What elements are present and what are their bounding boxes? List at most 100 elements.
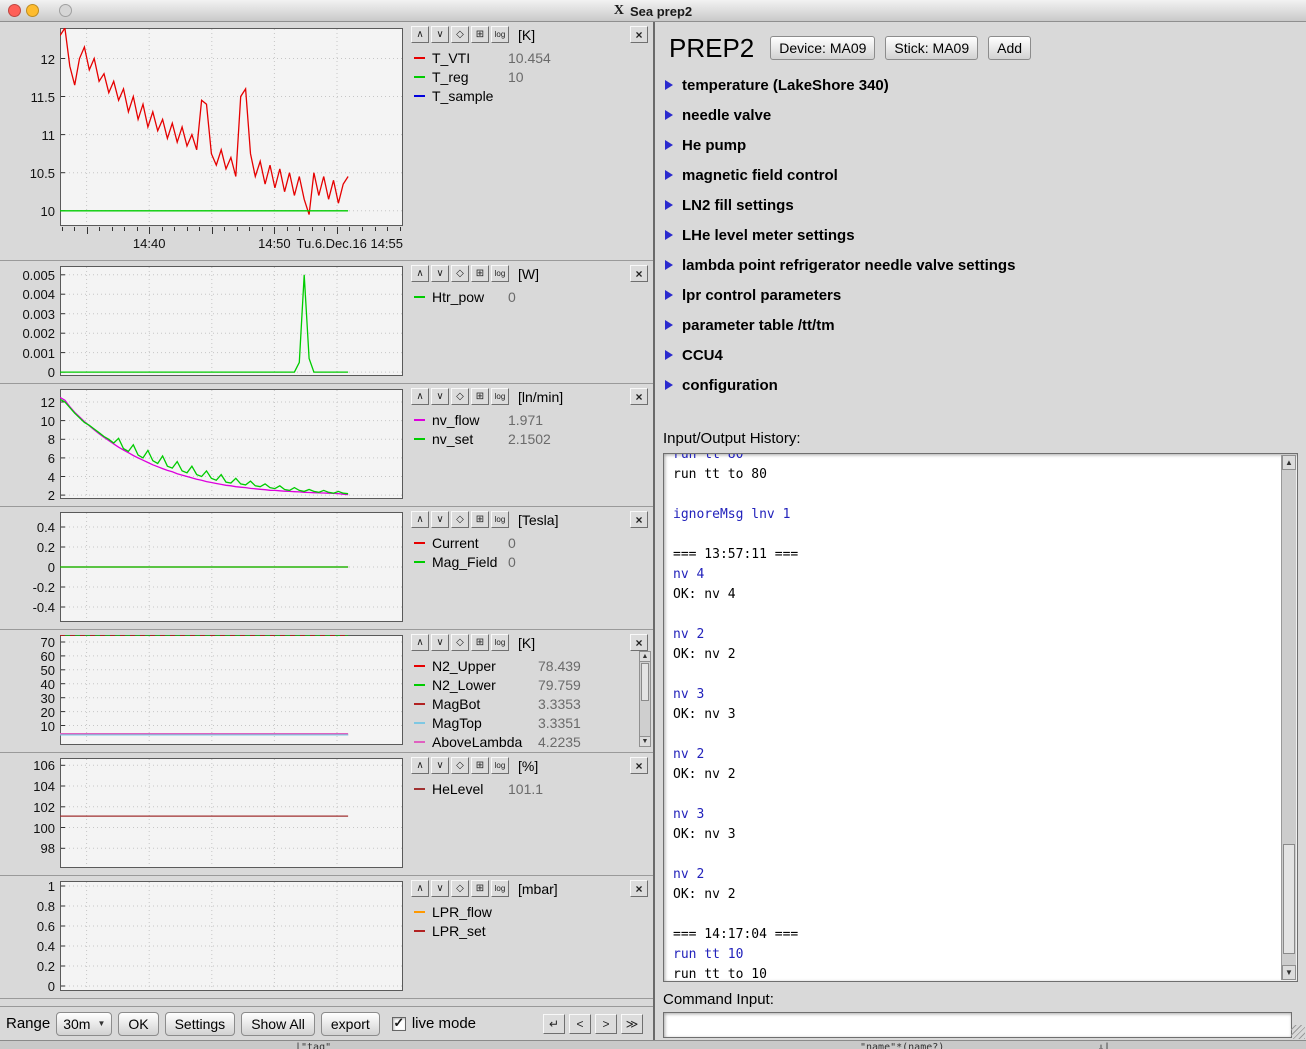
scale-up-button[interactable]: ∧ (411, 880, 429, 897)
scale-down-button[interactable]: ∨ (431, 388, 449, 405)
zoom-grid-button[interactable]: ⊞ (471, 511, 489, 528)
tree-item[interactable]: lambda point refrigerator needle valve s… (655, 250, 1306, 280)
chart-close-button[interactable]: × (630, 388, 648, 405)
zoom-grid-button[interactable]: ⊞ (471, 880, 489, 897)
zoom-grid-button[interactable]: ⊞ (471, 757, 489, 774)
chart-plot[interactable] (60, 881, 403, 991)
settings-button[interactable]: Settings (165, 1012, 236, 1036)
scale-up-button[interactable]: ∧ (411, 26, 429, 43)
range-select[interactable]: 30m ▼ (56, 1012, 112, 1036)
device-button[interactable]: Device: MA09 (770, 36, 875, 60)
scale-down-button[interactable]: ∨ (431, 511, 449, 528)
step-back-button[interactable]: < (569, 1014, 591, 1034)
tree-item[interactable]: needle valve (655, 100, 1306, 130)
tree-item[interactable]: parameter table /tt/tm (655, 310, 1306, 340)
scale-down-button[interactable]: ∨ (431, 757, 449, 774)
resize-grip[interactable] (1291, 1025, 1305, 1039)
log-scale-button[interactable]: log (491, 265, 509, 282)
y-tick-label: 60 (41, 649, 55, 664)
redraw-button[interactable]: ↵ (543, 1014, 565, 1034)
window-titlebar[interactable]: X Sea prep2 (0, 0, 1306, 22)
step-forward-button[interactable]: > (595, 1014, 617, 1034)
autoscale-button[interactable]: ◇ (451, 880, 469, 897)
scale-down-button[interactable]: ∨ (431, 634, 449, 651)
autoscale-button[interactable]: ◇ (451, 757, 469, 774)
log-scale-button[interactable]: log (491, 26, 509, 43)
log-scale-button[interactable]: log (491, 880, 509, 897)
autoscale-button[interactable]: ◇ (451, 265, 469, 282)
log-scale-button[interactable]: log (491, 634, 509, 651)
legend-scrollbar[interactable]: ▲▼ (639, 651, 651, 747)
history-scrollbar[interactable]: ▲ ▼ (1281, 455, 1296, 980)
chart-plot[interactable] (60, 389, 403, 499)
series-name: Current (432, 535, 508, 551)
range-select-value: 30m (63, 1016, 90, 1032)
scale-down-button[interactable]: ∨ (431, 265, 449, 282)
scale-up-button[interactable]: ∧ (411, 757, 429, 774)
zoom-grid-button[interactable]: ⊞ (471, 388, 489, 405)
tree-item[interactable]: lpr control parameters (655, 280, 1306, 310)
zoom-grid-button[interactable]: ⊞ (471, 634, 489, 651)
legend-item: HeLevel101.1 (411, 779, 653, 798)
scale-down-button[interactable]: ∨ (431, 880, 449, 897)
autoscale-button[interactable]: ◇ (451, 511, 469, 528)
y-tick-label: 102 (33, 800, 55, 815)
scale-up-button[interactable]: ∧ (411, 265, 429, 282)
history-text[interactable]: run tt 80run tt to 80 ignoreMsg lnv 1 ==… (673, 453, 1273, 982)
legend-scroll-thumb[interactable] (641, 663, 649, 701)
history-line (673, 665, 1273, 685)
x-axis-ticks (60, 227, 403, 236)
history-line: nv 3 (673, 805, 1273, 825)
chart-close-button[interactable]: × (630, 757, 648, 774)
autoscale-button[interactable]: ◇ (451, 26, 469, 43)
tree-item[interactable]: magnetic field control (655, 160, 1306, 190)
chart-svg (60, 758, 403, 868)
chart-close-button[interactable]: × (630, 880, 648, 897)
scroll-up-icon[interactable]: ▲ (1282, 455, 1296, 470)
tree-item[interactable]: CCU4 (655, 340, 1306, 370)
series-name: T_VTI (432, 50, 508, 66)
scale-up-button[interactable]: ∧ (411, 511, 429, 528)
tree-item[interactable]: temperature (LakeShore 340) (655, 70, 1306, 100)
chart-plot[interactable] (60, 512, 403, 622)
chart-plot[interactable] (60, 635, 403, 745)
tree-item[interactable]: LN2 fill settings (655, 190, 1306, 220)
log-scale-button[interactable]: log (491, 388, 509, 405)
show-all-button[interactable]: Show All (241, 1012, 315, 1036)
zoom-grid-button[interactable]: ⊞ (471, 265, 489, 282)
live-mode-checkbox[interactable]: ✓ (392, 1017, 406, 1031)
scroll-down-icon[interactable]: ▼ (640, 736, 650, 746)
chart-plot[interactable] (60, 28, 403, 226)
chart-close-button[interactable]: × (630, 511, 648, 528)
chart-close-button[interactable]: × (630, 634, 648, 651)
jump-latest-button[interactable]: ≫ (621, 1014, 643, 1034)
ok-button[interactable]: OK (118, 1012, 158, 1036)
scroll-down-icon[interactable]: ▼ (1282, 965, 1296, 980)
chart-plot[interactable] (60, 758, 403, 868)
series-name: Htr_pow (432, 289, 508, 305)
tree-item[interactable]: configuration (655, 370, 1306, 400)
scroll-thumb[interactable] (1283, 844, 1295, 954)
command-input[interactable] (663, 1012, 1292, 1038)
add-button[interactable]: Add (988, 36, 1031, 60)
autoscale-button[interactable]: ◇ (451, 634, 469, 651)
export-button[interactable]: export (321, 1012, 380, 1036)
y-tick-label: 1 (48, 879, 55, 894)
window-fragment: ⇓| (1098, 1042, 1110, 1049)
history-line (673, 605, 1273, 625)
chart-close-button[interactable]: × (630, 26, 648, 43)
autoscale-button[interactable]: ◇ (451, 388, 469, 405)
tree-item[interactable]: He pump (655, 130, 1306, 160)
log-scale-button[interactable]: log (491, 511, 509, 528)
chart-plot[interactable] (60, 266, 403, 376)
zoom-grid-button[interactable]: ⊞ (471, 26, 489, 43)
tree-item-label: LN2 fill settings (682, 197, 794, 214)
stick-button[interactable]: Stick: MA09 (885, 36, 978, 60)
log-scale-button[interactable]: log (491, 757, 509, 774)
tree-item[interactable]: LHe level meter settings (655, 220, 1306, 250)
chart-close-button[interactable]: × (630, 265, 648, 282)
scale-down-button[interactable]: ∨ (431, 26, 449, 43)
scale-up-button[interactable]: ∧ (411, 634, 429, 651)
scale-up-button[interactable]: ∧ (411, 388, 429, 405)
scroll-up-icon[interactable]: ▲ (640, 652, 650, 662)
